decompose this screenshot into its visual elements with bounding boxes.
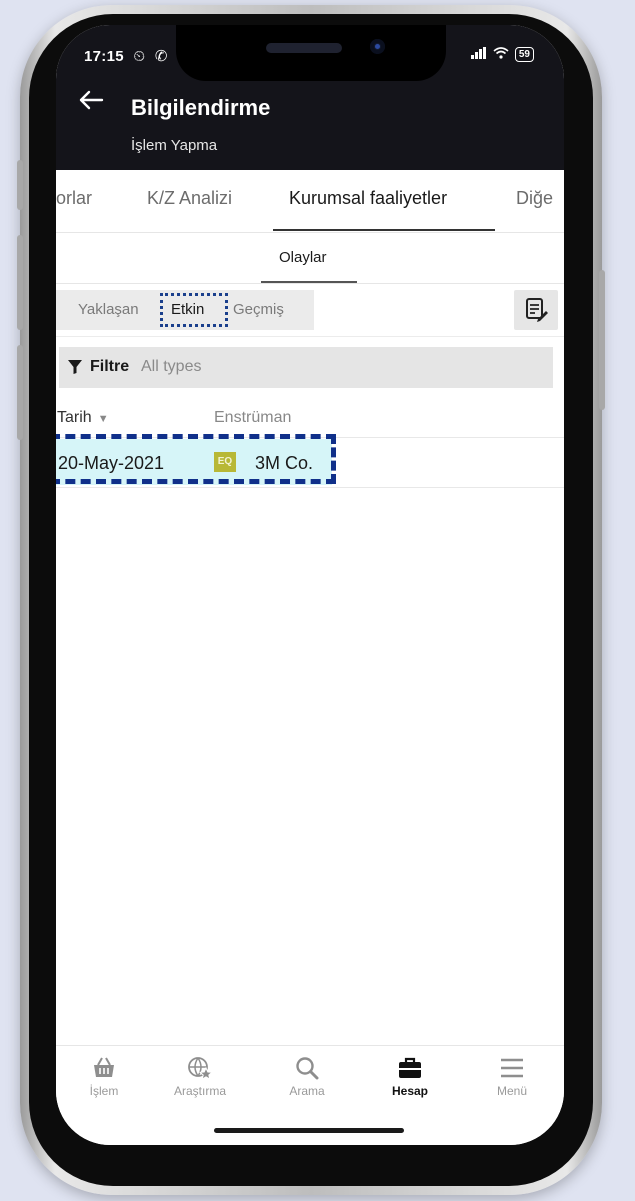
side-button (599, 270, 605, 410)
battery-icon: 59 (514, 47, 534, 62)
tab-kurumsal-faaliyetler[interactable]: Kurumsal faaliyetler (289, 188, 447, 209)
phone-call-icon: ✆ (154, 48, 168, 65)
event-segment-control: Yaklaşan Etkin Geçmiş (56, 290, 314, 330)
nav-label: Arama (289, 1084, 325, 1098)
segment-yaklasan[interactable]: Yaklaşan (78, 301, 139, 318)
search-icon (296, 1057, 319, 1080)
side-button (17, 235, 23, 330)
alarm-icon: ⏲ (133, 48, 146, 65)
wifi-icon (493, 47, 509, 62)
nav-label: Araştırma (173, 1084, 226, 1098)
nav-label: İşlem (89, 1084, 119, 1098)
front-camera (370, 39, 385, 54)
etkin-highlight-box (160, 293, 228, 327)
filter-funnel-icon (67, 359, 83, 380)
subtab-olaylar[interactable]: Olaylar (279, 249, 327, 266)
tab-bar: orlar K/Z Analizi Kurumsal faaliyetler D… (56, 170, 564, 233)
status-bar-left: 17:15 ⏲ ✆ (84, 47, 168, 65)
segment-gecmis[interactable]: Geçmiş (233, 301, 284, 318)
column-header-date-label: Tarih (57, 409, 92, 426)
nav-arastirma[interactable]: Araştırma (160, 1056, 240, 1098)
app-bar: 17:15 ⏲ ✆ 59 Bilgilendirme İşlem Yapma (56, 25, 564, 170)
filter-value: All types (141, 358, 202, 375)
tab-raporlar[interactable]: orlar (56, 188, 92, 209)
basket-icon (94, 1057, 114, 1077)
nav-label: Hesap (391, 1084, 429, 1098)
globe-star-icon (188, 1057, 213, 1080)
nav-hesap[interactable]: Hesap (370, 1056, 450, 1098)
briefcase-icon (399, 1057, 421, 1078)
tab-diger[interactable]: Diğe (516, 188, 553, 209)
subtab-bar: Olaylar (56, 233, 564, 284)
side-button (17, 160, 23, 210)
edit-note-icon (514, 298, 558, 334)
edit-note-button[interactable] (514, 290, 558, 330)
sort-arrow-icon: ▼ (97, 413, 109, 425)
speaker-grille (266, 43, 342, 53)
divider (56, 336, 564, 337)
row-highlight-box (56, 434, 336, 484)
page-subtitle: İşlem Yapma (131, 137, 218, 154)
back-arrow-icon[interactable] (76, 85, 106, 115)
side-button (17, 345, 23, 440)
page-title: Bilgilendirme (131, 95, 271, 120)
nav-arama[interactable]: Arama (267, 1056, 347, 1098)
filter-bar[interactable]: Filtre All types (59, 347, 553, 388)
table-divider (56, 487, 564, 488)
nav-label: Menü (496, 1084, 528, 1098)
filter-label: Filtre (90, 358, 130, 375)
status-time: 17:15 (84, 48, 124, 65)
nav-islem[interactable]: İşlem (64, 1056, 144, 1098)
nav-menu[interactable]: Menü (472, 1056, 552, 1098)
active-subtab-indicator (261, 281, 357, 283)
column-header-instrument[interactable]: Enstrüman (214, 409, 291, 427)
table-row[interactable]: 20-May-2021 EQ 3M Co. (56, 434, 336, 485)
column-header-date[interactable]: Tarih ▼ (57, 409, 109, 427)
signal-icon (470, 47, 487, 62)
notch (176, 25, 446, 81)
status-bar-right: 59 (470, 47, 534, 62)
active-tab-indicator (273, 229, 495, 231)
home-indicator[interactable] (214, 1128, 404, 1133)
bottom-navigation: İşlem Araştırma Arama Hesap Menü (56, 1045, 564, 1112)
tab-kz-analizi[interactable]: K/Z Analizi (147, 188, 232, 209)
phone-screen: 17:15 ⏲ ✆ 59 Bilgilendirme İşlem Yapma o… (56, 25, 564, 1145)
menu-icon (501, 1058, 523, 1078)
